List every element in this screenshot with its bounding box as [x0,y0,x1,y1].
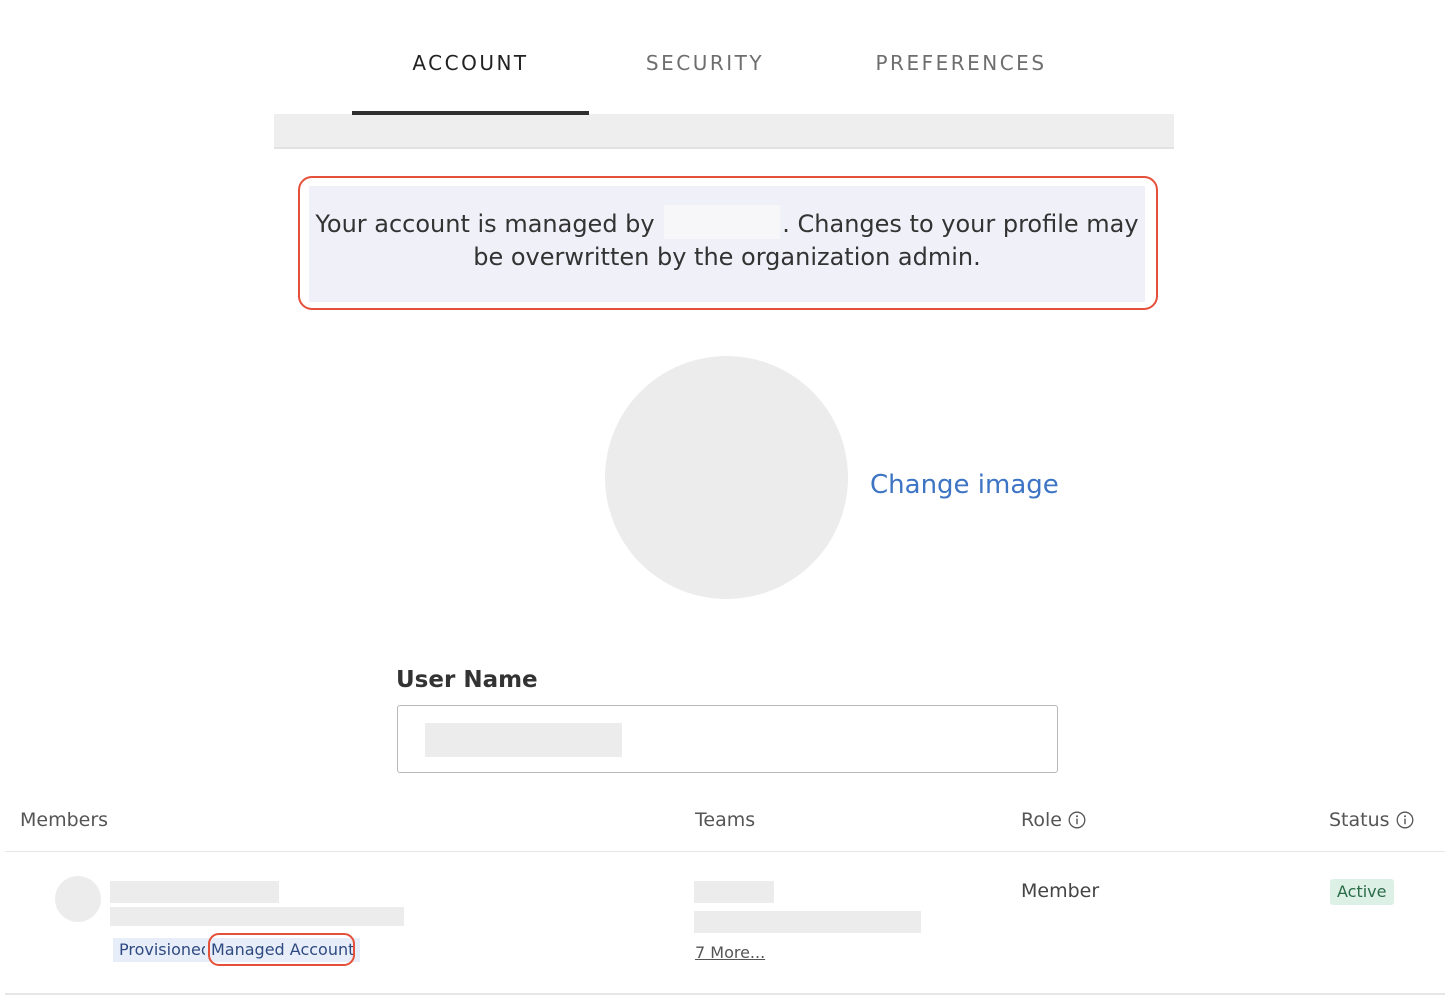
tab-account[interactable]: ACCOUNT [352,48,589,78]
redacted-member-name [110,881,279,903]
column-header-teams: Teams [695,809,755,831]
column-header-members: Members [20,809,108,831]
tab-security[interactable]: SECURITY [600,48,810,78]
member-avatar [55,876,101,922]
redacted-username-value [425,723,622,757]
teams-header-label: Teams [695,809,756,831]
provisioned-badge: Provisioned [113,938,218,962]
active-tab-indicator [352,111,589,115]
status-badge: Active [1330,879,1394,905]
role-header-label: Role [1021,809,1062,831]
redacted-team-name-2 [694,911,921,933]
profile-avatar [605,356,848,599]
username-label: User Name [396,667,538,693]
change-image-link[interactable]: Change image [870,470,1059,500]
teams-more-link[interactable]: 7 More... [695,943,765,962]
column-header-status: Status [1329,809,1414,831]
username-input[interactable] [397,705,1058,773]
notice-highlight-outline [298,176,1158,310]
tab-strip [274,114,1174,149]
members-header-label: Members [20,809,109,831]
member-role: Member [1021,880,1100,902]
redacted-team-name-1 [694,881,774,903]
redacted-member-email [110,907,404,926]
column-header-role: Role [1021,809,1086,831]
table-header-divider [5,851,1445,852]
info-circle-icon[interactable] [1396,811,1414,829]
managed-account-highlight-outline [208,933,355,966]
info-circle-icon[interactable] [1068,811,1086,829]
table-row-divider [5,993,1445,995]
status-header-label: Status [1329,809,1390,831]
tab-preferences[interactable]: PREFERENCES [845,48,1077,78]
